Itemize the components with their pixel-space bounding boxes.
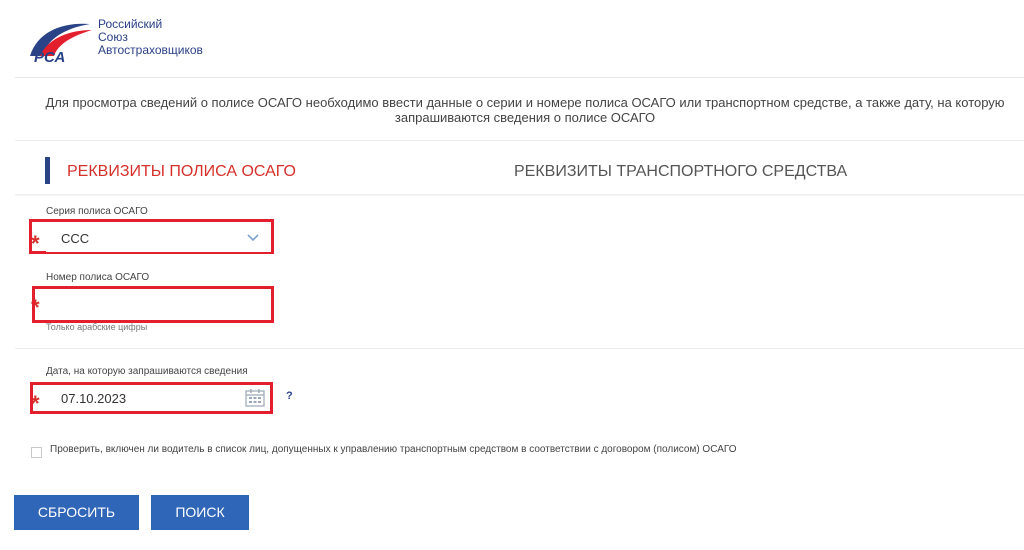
chevron-down-icon bbox=[247, 234, 259, 242]
intro-line-1: Для просмотра сведений о полисе ОСАГО не… bbox=[45, 95, 1005, 110]
series-label: Серия полиса ОСАГО bbox=[46, 206, 148, 217]
number-hint: Только арабские цифры bbox=[46, 322, 148, 332]
date-label: Дата, на которую запрашиваются сведения bbox=[46, 366, 248, 377]
series-select[interactable]: ССС bbox=[46, 226, 271, 252]
section-divider bbox=[15, 348, 1024, 349]
logo-line-3: Автостраховщиков bbox=[98, 43, 203, 57]
logo-title: Российский Союз Автостраховщиков bbox=[98, 18, 203, 57]
series-select-value: ССС bbox=[61, 231, 90, 246]
active-tab-marker bbox=[45, 157, 50, 184]
policy-number-input[interactable] bbox=[36, 291, 270, 319]
search-button[interactable]: ПОИСК bbox=[151, 495, 249, 530]
number-label: Номер полиса ОСАГО bbox=[46, 272, 150, 283]
tab-bar: РЕКВИЗИТЫ ПОЛИСА ОСАГО РЕКВИЗИТЫ ТРАНСПО… bbox=[15, 140, 1024, 195]
rsa-logo[interactable]: РСА Российский Союз Автостраховщиков bbox=[20, 14, 220, 64]
driver-check-label: Проверить, включен ли водитель в список … bbox=[50, 444, 737, 455]
logo-mark-text: РСА bbox=[34, 49, 65, 64]
intro-line-2: запрашиваются сведения о полисе ОСАГО bbox=[394, 110, 656, 125]
date-help-icon[interactable]: ? bbox=[286, 390, 293, 402]
tab-underline bbox=[15, 194, 1024, 196]
intro-text: Для просмотра сведений о полисе ОСАГО не… bbox=[40, 95, 1010, 125]
date-input[interactable] bbox=[46, 386, 236, 410]
calendar-icon[interactable] bbox=[245, 388, 265, 407]
header-divider bbox=[15, 77, 1024, 78]
tab-policy-details[interactable]: РЕКВИЗИТЫ ПОЛИСА ОСАГО bbox=[67, 163, 296, 181]
reset-button[interactable]: СБРОСИТЬ bbox=[14, 495, 139, 530]
driver-check-checkbox[interactable] bbox=[31, 447, 42, 458]
rsa-logo-icon: РСА bbox=[30, 23, 92, 64]
tab-vehicle-details[interactable]: РЕКВИЗИТЫ ТРАНСПОРТНОГО СРЕДСТВА bbox=[514, 163, 847, 181]
